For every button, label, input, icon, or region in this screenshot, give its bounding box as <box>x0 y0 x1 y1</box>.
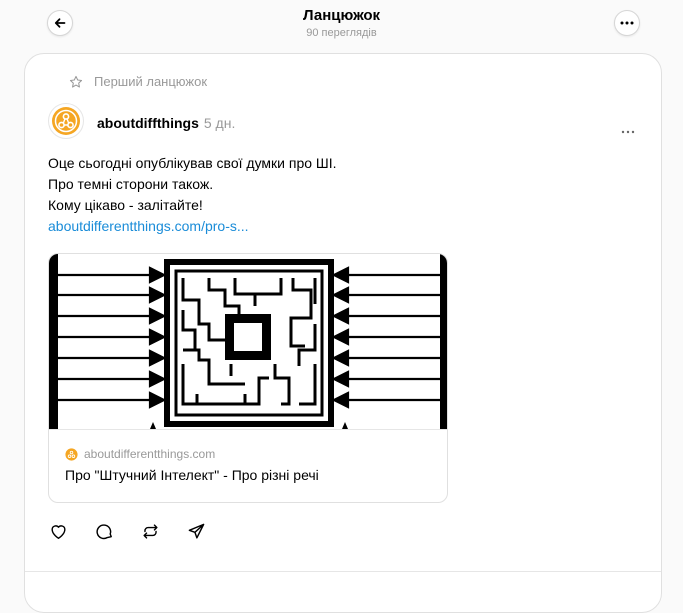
repost-icon <box>142 523 158 539</box>
avatar-logo-icon <box>52 107 80 135</box>
heart-icon <box>50 524 66 539</box>
comment-button[interactable] <box>94 521 114 541</box>
star-icon <box>69 75 83 88</box>
author-row: aboutdiffthings 5 дн. <box>97 115 235 132</box>
post-line-2: Про темні сторони також. <box>48 176 214 192</box>
post-actions <box>48 521 232 541</box>
link-domain-row: aboutdifferentthings.com <box>65 447 215 461</box>
post-divider <box>25 571 661 572</box>
repost-button[interactable] <box>140 521 160 541</box>
favicon-icon <box>65 447 78 461</box>
more-icon <box>620 21 634 25</box>
like-button[interactable] <box>48 521 68 541</box>
link-title: Про "Штучний Інтелект" - Про різні речі <box>65 467 319 483</box>
avatar[interactable] <box>48 103 84 139</box>
author-name[interactable]: aboutdiffthings <box>97 115 199 131</box>
link-preview-card[interactable]: aboutdifferentthings.com Про "Штучний Ін… <box>48 253 448 503</box>
views-count: 90 переглядів <box>306 27 377 39</box>
post-text: Оце сьогодні опублікував свої думки про … <box>48 153 337 237</box>
more-button[interactable] <box>614 10 640 36</box>
link-preview-separator <box>49 429 447 430</box>
post-time[interactable]: 5 дн. <box>204 115 235 131</box>
pinned-row: Перший ланцюжок <box>69 74 207 89</box>
header-title-block: Ланцюжок 90 переглядів <box>0 7 683 40</box>
page-title: Ланцюжок <box>302 7 381 24</box>
post-line-1: Оце сьогодні опублікував свої думки про … <box>48 155 337 171</box>
post-more-button[interactable] <box>621 121 635 139</box>
comment-icon <box>95 523 112 539</box>
ellipsis-icon <box>621 130 635 134</box>
share-button[interactable] <box>186 521 206 541</box>
post-link[interactable]: aboutdifferentthings.com/pro-s... <box>48 218 249 234</box>
pinned-label: Перший ланцюжок <box>94 74 208 89</box>
chip-illustration <box>49 254 447 429</box>
thread-card: Перший ланцюжок aboutdiffthings 5 дн. Оце… <box>24 53 662 613</box>
link-preview-image <box>49 254 447 429</box>
share-icon <box>188 523 204 539</box>
top-bar: Ланцюжок 90 переглядів <box>0 0 683 52</box>
post-line-3: Кому цікаво - залітайте! <box>48 197 203 213</box>
link-domain: aboutdifferentthings.com <box>84 447 216 461</box>
